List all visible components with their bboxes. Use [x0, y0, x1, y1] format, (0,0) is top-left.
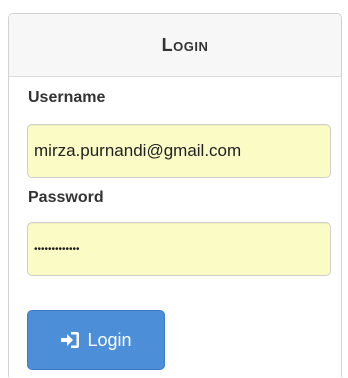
- login-title: Login: [161, 34, 209, 55]
- login-panel: Login Username Password Login: [8, 13, 342, 377]
- username-label: Username: [28, 89, 106, 106]
- login-button[interactable]: Login: [27, 310, 165, 370]
- login-button-label: Login: [87, 329, 132, 350]
- username-input[interactable]: [27, 124, 331, 178]
- password-input[interactable]: [27, 222, 331, 276]
- sign-in-icon: [60, 331, 80, 349]
- panel-heading: Login: [9, 14, 341, 77]
- password-label: Password: [28, 189, 104, 206]
